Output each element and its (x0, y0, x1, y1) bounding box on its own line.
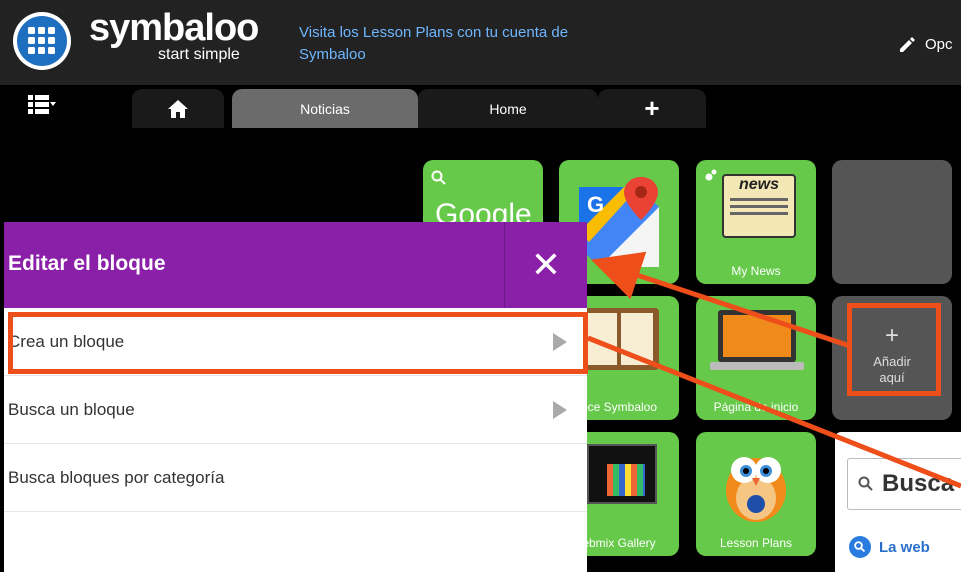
arrow-to-maps (591, 251, 851, 349)
annotation-arrows (587, 251, 961, 489)
arrow-to-search (587, 335, 961, 489)
